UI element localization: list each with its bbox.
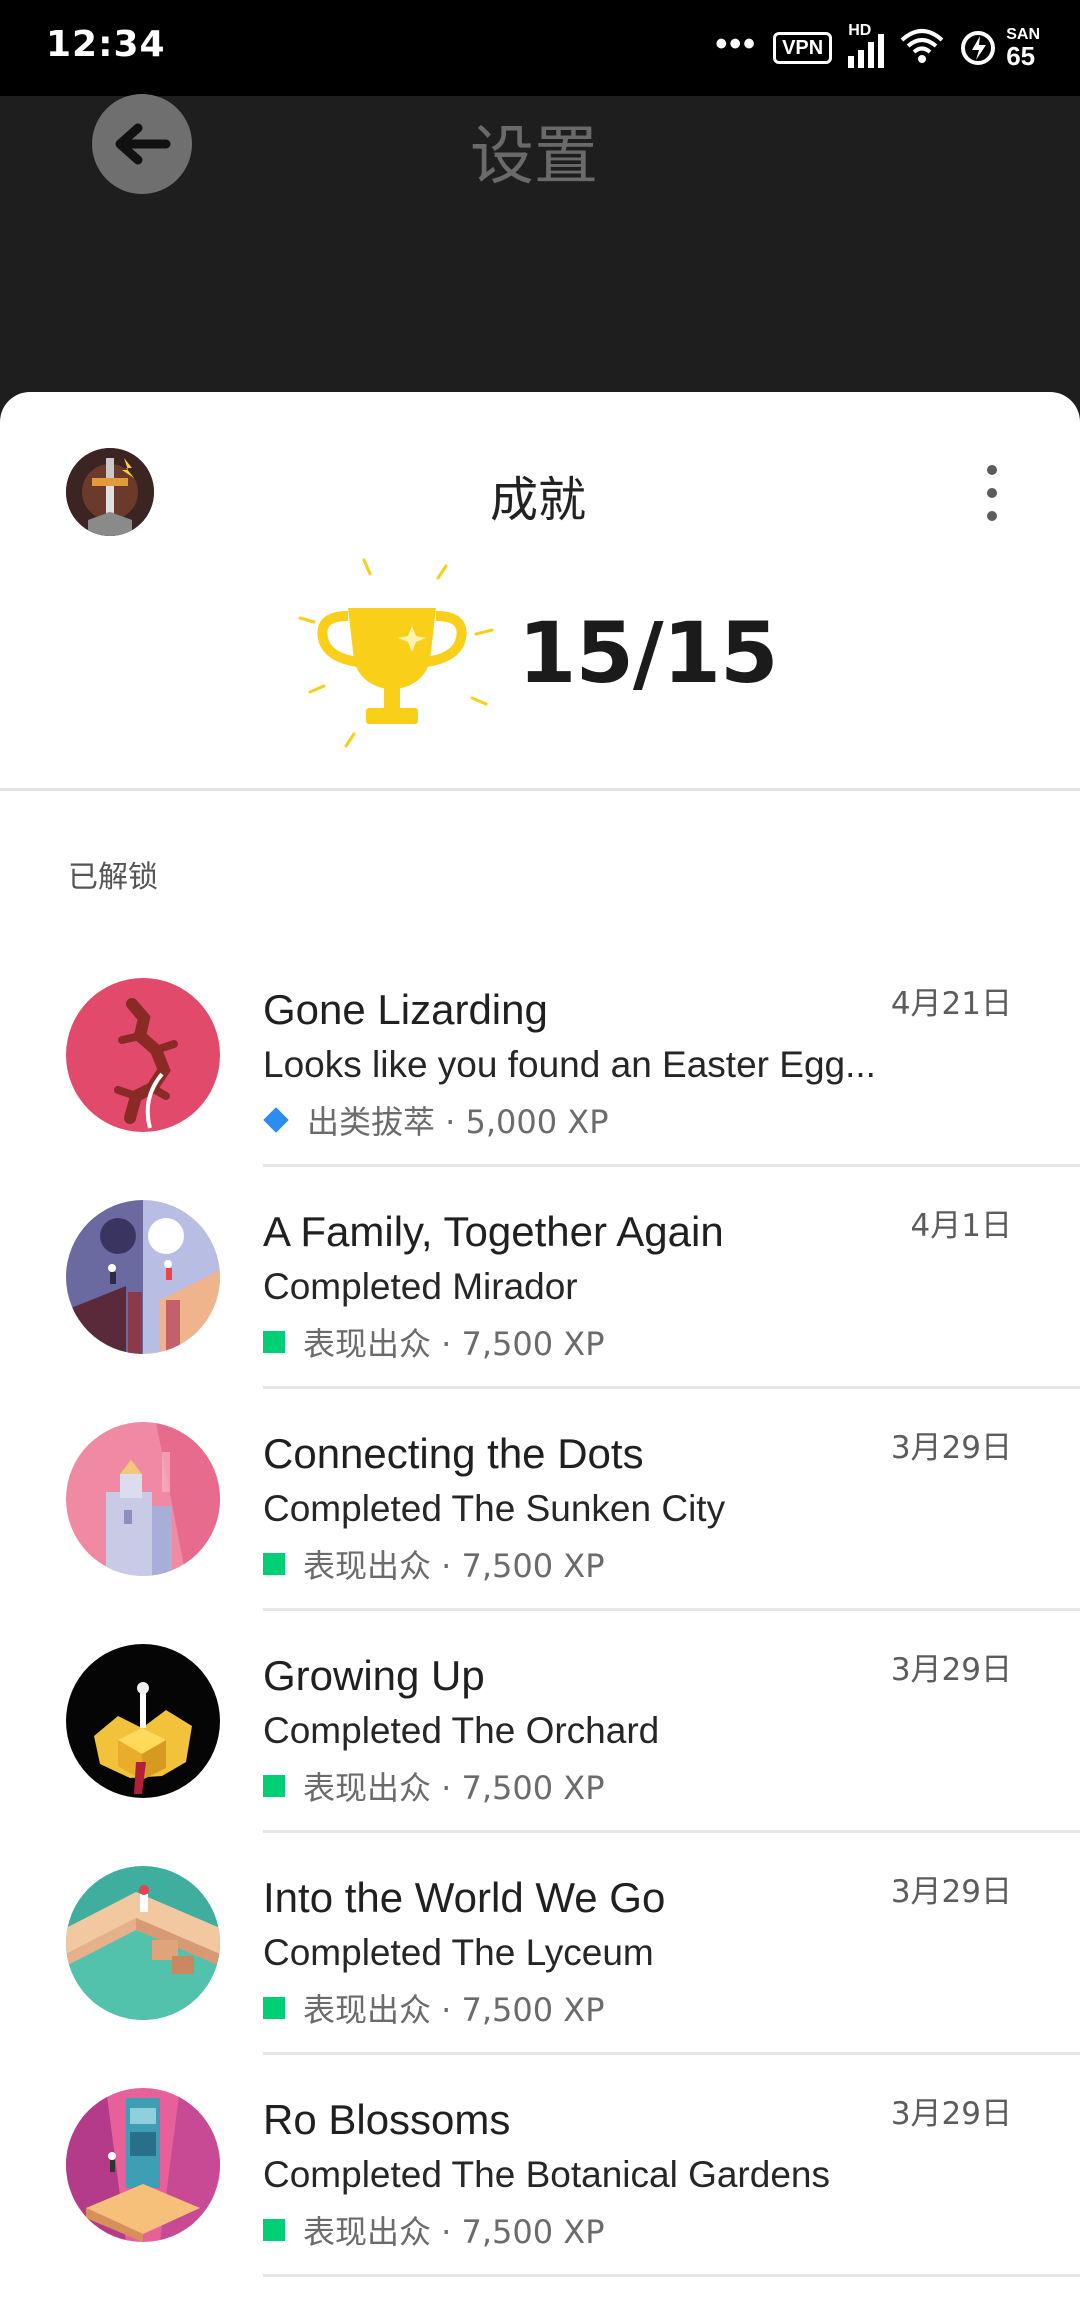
achievement-title: A Family, Together Again: [263, 1208, 724, 1255]
avatar[interactable]: [66, 448, 154, 536]
achievement-title: Growing Up: [263, 1652, 485, 1699]
achievement-description: Completed Mirador: [263, 1266, 578, 1307]
more-notifications-icon: •••: [715, 25, 758, 63]
achievement-description: Looks like you found an Easter Egg...: [263, 1044, 876, 1085]
achievement-date: 4月21日: [890, 986, 1012, 1022]
rarity-square-icon: [263, 1997, 285, 2019]
achievement-meta-text: 表现出众 · 7,500 XP: [303, 1547, 605, 1585]
divider: [263, 2052, 1080, 2055]
trophy-icon: [296, 552, 496, 752]
rarity-square-icon: [263, 1775, 285, 1797]
achievement-date: 3月29日: [890, 1430, 1012, 1466]
rarity-square-icon: [263, 1553, 285, 1575]
achievement-score: 15/15: [518, 604, 778, 702]
achievement-date: 3月29日: [890, 2096, 1012, 2132]
signal-icon: HD: [848, 22, 885, 68]
divider: [263, 1164, 1080, 1167]
back-button[interactable]: [92, 94, 192, 194]
status-icons: ••• VPN HD SAN 65: [715, 22, 1040, 74]
battery-icon: SAN 65: [960, 27, 1040, 69]
achievement-sunken-city-icon: [66, 1422, 220, 1576]
achievement-item[interactable]: A Family, Together Again Completed Mirad…: [0, 1200, 1080, 1422]
achievement-orchard-icon: [66, 1644, 220, 1798]
more-vert-icon[interactable]: [972, 465, 1012, 521]
divider: [263, 1830, 1080, 1833]
rarity-square-icon: [263, 2219, 285, 2241]
achievement-meta: 表现出众 · 7,500 XP: [263, 1544, 605, 1585]
achievement-item[interactable]: Connecting the Dots Completed The Sunken…: [0, 1422, 1080, 1644]
achievement-meta: 表现出众 · 7,500 XP: [263, 1988, 605, 2029]
achievement-title: Gone Lizarding: [263, 986, 548, 1033]
background-page-title: 设置: [470, 120, 598, 194]
sheet-title: 成就: [490, 472, 587, 528]
achievement-date: 3月29日: [890, 1652, 1012, 1688]
achievement-date: 3月29日: [890, 1874, 1012, 1910]
achievement-meta-text: 表现出众 · 7,500 XP: [303, 1769, 605, 1807]
achievement-meta-text: 表现出众 · 7,500 XP: [303, 1325, 605, 1363]
divider: [263, 1386, 1080, 1389]
achievement-meta-text: 出类拔萃 · 5,000 XP: [307, 1103, 609, 1141]
achievement-date: 4月1日: [910, 1208, 1012, 1244]
divider: [0, 788, 1080, 791]
achievement-mirador-icon: [66, 1200, 220, 1354]
achievement-description: Completed The Sunken City: [263, 1488, 726, 1529]
status-time: 12:34: [46, 24, 166, 65]
achievement-item[interactable]: Into the World We Go Completed The Lyceu…: [0, 1866, 1080, 2088]
achievement-meta: 出类拔萃 · 5,000 XP: [263, 1100, 609, 1141]
achievement-meta-text: 表现出众 · 7,500 XP: [303, 2213, 605, 2251]
achievement-description: Completed The Botanical Gardens: [263, 2154, 830, 2195]
divider: [263, 2274, 1080, 2277]
achievement-title: Connecting the Dots: [263, 1430, 644, 1477]
section-label-unlocked: 已解锁: [68, 860, 158, 895]
achievement-item[interactable]: Gone Lizarding Looks like you found an E…: [0, 978, 1080, 1200]
vpn-icon: VPN: [773, 32, 833, 64]
achievement-description: Completed The Lyceum: [263, 1932, 654, 1973]
achievement-lyceum-icon: [66, 1866, 220, 2020]
achievement-meta: 表现出众 · 7,500 XP: [263, 1766, 605, 1807]
rarity-diamond-icon: [263, 1107, 289, 1133]
wifi-icon: [900, 28, 944, 69]
achievement-item[interactable]: Ro Blossoms Completed The Botanical Gard…: [0, 2088, 1080, 2310]
arrow-left-icon: [115, 123, 171, 165]
achievement-botanical-gardens-icon: [66, 2088, 220, 2242]
divider: [263, 1608, 1080, 1611]
achievement-title: Into the World We Go: [263, 1874, 666, 1921]
achievement-lizard-icon: [66, 978, 220, 1132]
achievement-title: Ro Blossoms: [263, 2096, 511, 2143]
achievement-meta: 表现出众 · 7,500 XP: [263, 1322, 605, 1363]
achievement-description: Completed The Orchard: [263, 1710, 660, 1751]
achievement-meta: 表现出众 · 7,500 XP: [263, 2210, 605, 2251]
achievement-item[interactable]: Growing Up Completed The Orchard 表现出众 · …: [0, 1644, 1080, 1866]
rarity-square-icon: [263, 1331, 285, 1353]
status-bar: 12:34 ••• VPN HD SAN 65: [0, 0, 1080, 96]
achievement-meta-text: 表现出众 · 7,500 XP: [303, 1991, 605, 2029]
